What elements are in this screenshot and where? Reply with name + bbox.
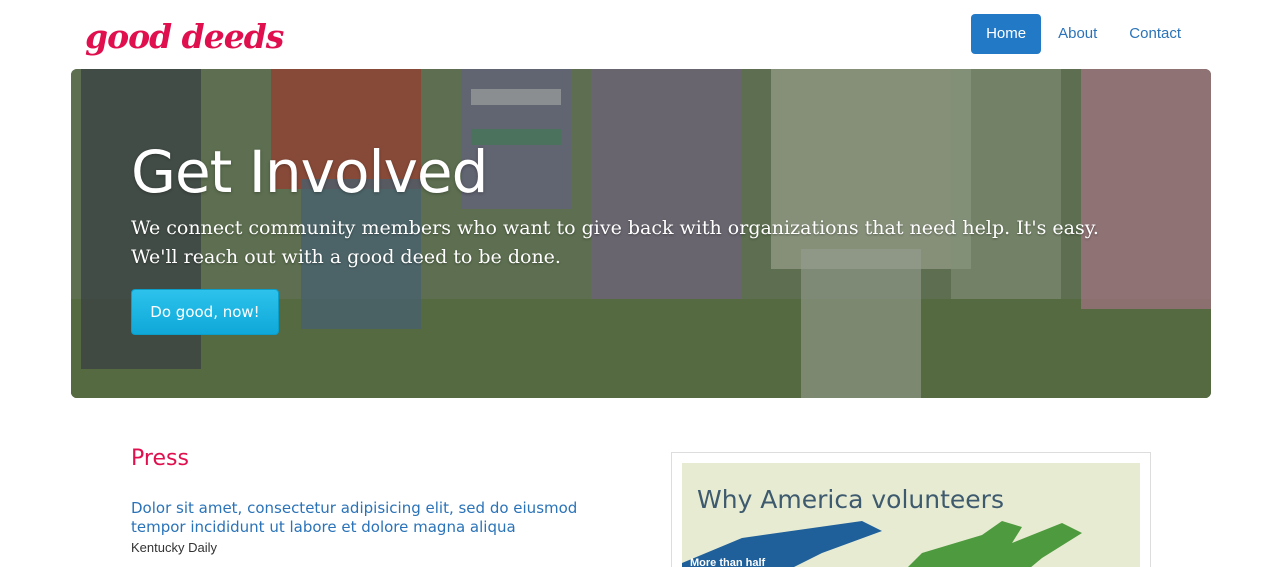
nav-contact[interactable]: Contact (1114, 14, 1196, 54)
logo[interactable]: good deeds (85, 14, 284, 60)
hero-title: Get Involved (131, 138, 488, 206)
infographic-title: Why America volunteers (697, 485, 1004, 514)
nav-home[interactable]: Home (971, 14, 1042, 54)
infographic-card[interactable]: Why America volunteers More than half (671, 452, 1151, 567)
main-nav: Home About Contact (969, 14, 1196, 54)
nav-about[interactable]: About (1043, 14, 1112, 54)
infographic-image: Why America volunteers More than half (682, 463, 1140, 567)
press-heading: Press (131, 446, 189, 471)
infographic-art (682, 463, 1140, 567)
hero-description: We connect community members who want to… (131, 217, 1099, 268)
hero-banner: Get Involved We connect community member… (71, 69, 1211, 398)
press-article-link[interactable]: Dolor sit amet, consectetur adipisicing … (131, 499, 621, 537)
press-article-source: Kentucky Daily (131, 540, 217, 555)
infographic-subtitle: More than half (690, 557, 766, 567)
do-good-button[interactable]: Do good, now! (131, 289, 279, 335)
